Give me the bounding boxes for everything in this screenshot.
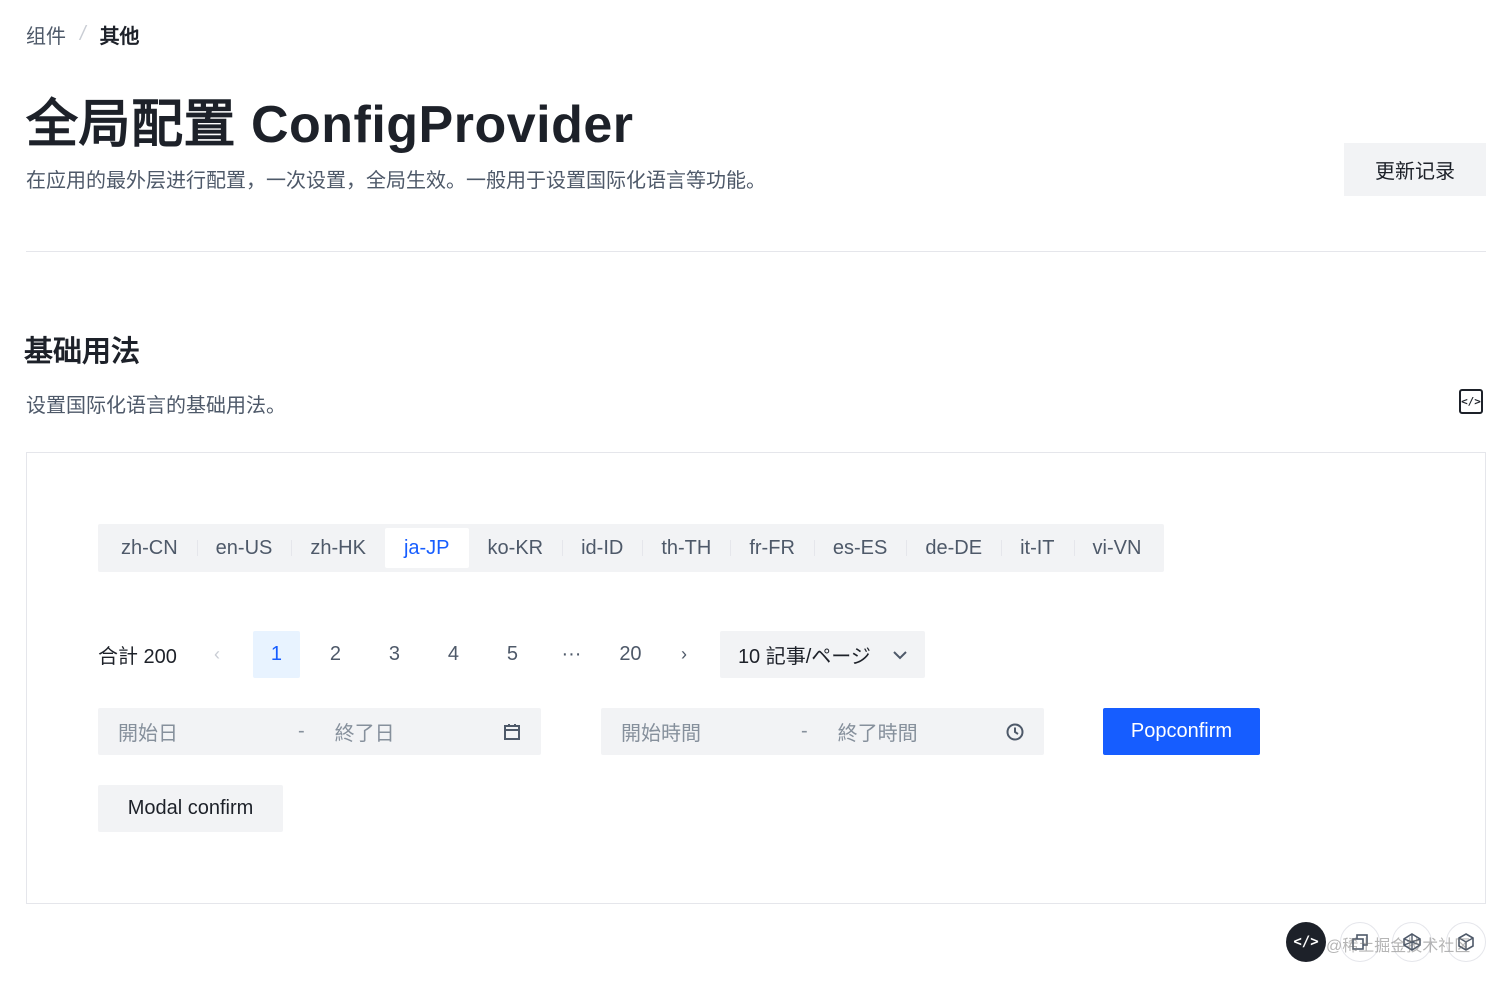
locale-option-vi-vn[interactable]: vi-VN: [1073, 528, 1161, 568]
locale-option-de-de[interactable]: de-DE: [906, 528, 1001, 568]
header-divider: [26, 251, 1486, 252]
date-start-input[interactable]: 開始日: [118, 717, 268, 746]
section-title: 基础用法: [24, 336, 141, 368]
watermark: @稀土掘金技术社区: [1326, 938, 1471, 955]
breadcrumb-separator: /: [80, 23, 86, 45]
pagination-page-5[interactable]: 5: [489, 631, 536, 678]
code-toggle-icon[interactable]: </>: [1459, 389, 1483, 414]
pagination-total: 合計 200: [98, 646, 177, 668]
locale-option-ko-kr[interactable]: ko-KR: [469, 528, 563, 568]
date-end-input[interactable]: 終了日: [335, 717, 395, 746]
time-range-separator: -: [801, 720, 808, 742]
locale-option-en-us[interactable]: en-US: [196, 528, 292, 568]
locale-option-ja-jp[interactable]: ja-JP: [384, 528, 469, 568]
page-description: 在应用的最外层进行配置，一次设置，全局生效。一般用于设置国际化语言等功能。: [26, 170, 766, 192]
pagination-page-2[interactable]: 2: [312, 631, 359, 678]
popconfirm-button[interactable]: Popconfirm: [1103, 708, 1260, 755]
locale-option-id-id[interactable]: id-ID: [562, 528, 642, 568]
locale-option-es-es[interactable]: es-ES: [813, 528, 906, 568]
locale-option-zh-hk[interactable]: zh-HK: [291, 528, 385, 568]
pagination-ellipsis[interactable]: ···: [548, 631, 595, 678]
locale-radio-group: zh-CN en-US zh-HK ja-JP ko-KR id-ID th-TH fr-FR…: [98, 524, 1165, 572]
chevron-down-icon: [893, 647, 907, 663]
breadcrumb-current: 其他: [99, 26, 140, 48]
pagination-prev-button[interactable]: ‹: [199, 631, 235, 678]
page-size-select[interactable]: 10 記事/ページ: [719, 631, 925, 678]
date-range-picker[interactable]: 開始日 - 終了日: [98, 708, 541, 755]
calendar-icon: [503, 723, 521, 741]
locale-option-it-it[interactable]: it-IT: [1001, 528, 1073, 568]
page-title: 全局配置 ConfigProvider: [26, 96, 634, 154]
modal-confirm-button[interactable]: Modal confirm: [98, 785, 283, 832]
code-icon[interactable]: </>: [1286, 922, 1326, 962]
time-range-picker[interactable]: 開始時間 - 終了時間: [601, 708, 1044, 755]
pagination-page-1[interactable]: 1: [252, 631, 300, 678]
breadcrumb: 组件 / 其他: [26, 20, 140, 49]
demo-container: [26, 452, 1486, 904]
pagination: 合計 200 ‹ 1 2 3 4 5 ··· 20 › 10 記事/ページ: [98, 631, 925, 678]
breadcrumb-parent[interactable]: 组件: [26, 20, 66, 49]
page-size-value: 10 記事/ページ: [737, 646, 871, 668]
locale-option-th-th[interactable]: th-TH: [642, 528, 730, 568]
time-start-input[interactable]: 開始時間: [621, 717, 771, 746]
locale-option-fr-fr[interactable]: fr-FR: [730, 528, 814, 568]
pagination-page-4[interactable]: 4: [430, 631, 477, 678]
changelog-button[interactable]: 更新记录: [1344, 143, 1486, 196]
date-range-separator: -: [298, 720, 305, 742]
pagination-page-3[interactable]: 3: [371, 631, 418, 678]
time-end-input[interactable]: 終了時間: [838, 717, 918, 746]
section-description: 设置国际化语言的基础用法。: [26, 395, 286, 417]
pagination-next-button[interactable]: ›: [666, 631, 702, 678]
locale-option-zh-cn[interactable]: zh-CN: [102, 528, 197, 568]
pagination-pages: 1 2 3 4 5 ··· 20: [252, 631, 666, 678]
clock-icon: [1006, 723, 1024, 741]
pagination-page-20[interactable]: 20: [607, 631, 654, 678]
